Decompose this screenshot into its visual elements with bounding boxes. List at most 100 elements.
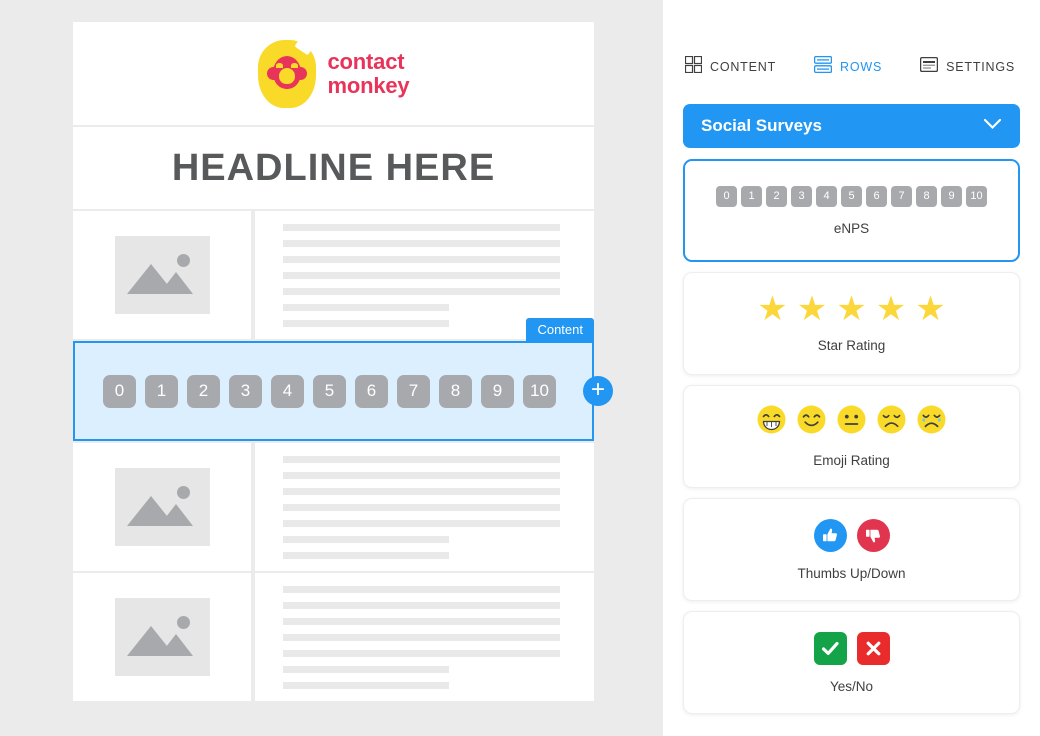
scale-tile[interactable]: 9 xyxy=(481,374,514,408)
monkey-face-icon xyxy=(266,55,307,92)
mini-scale-tile: 0 xyxy=(716,185,737,207)
survey-card-label: Thumbs Up/Down xyxy=(797,565,906,581)
text-placeholder-line xyxy=(283,487,560,495)
text-placeholder-line xyxy=(283,519,560,527)
scale-tile[interactable]: 6 xyxy=(355,374,388,408)
image-placeholder-icon xyxy=(114,598,210,676)
scale-tile[interactable]: 8 xyxy=(439,374,472,408)
chevron-down-icon[interactable] xyxy=(983,117,1002,135)
scale-tile[interactable]: 1 xyxy=(145,374,178,408)
headline-text: HEADLINE HERE xyxy=(171,146,496,189)
scale-tile[interactable]: 4 xyxy=(271,374,304,408)
grid-icon xyxy=(684,55,703,78)
scale-tile[interactable]: 2 xyxy=(187,374,220,408)
mini-scale-tile: 2 xyxy=(766,185,787,207)
image-placeholder-mountain-small xyxy=(158,634,193,656)
image-placeholder-sun xyxy=(176,486,190,499)
email-row-logo[interactable]: contact monkey xyxy=(73,22,594,125)
emoji-rating-preview xyxy=(757,405,946,439)
tab-rows[interactable]: ROWS xyxy=(813,55,883,78)
grinning-face-icon xyxy=(757,405,786,439)
enps-scale-editor[interactable]: 0 1 2 3 4 5 6 7 8 9 10 xyxy=(103,374,556,408)
text-placeholder-line xyxy=(283,287,560,295)
add-block-button[interactable]: + xyxy=(583,376,613,406)
mini-scale-tile: 1 xyxy=(741,185,762,207)
text-placeholder-line xyxy=(283,303,450,311)
text-placeholder-line xyxy=(283,649,560,657)
survey-card-label: eNPS xyxy=(833,220,870,236)
image-placeholder-sun xyxy=(176,616,190,629)
enps-scale-preview: 0 1 2 3 4 5 6 7 8 9 10 xyxy=(716,185,987,207)
thumbs-preview xyxy=(813,518,890,552)
survey-card-yesno[interactable]: Yes/No xyxy=(683,611,1020,714)
email-row-content-3[interactable] xyxy=(73,573,594,701)
text-placeholder-line xyxy=(283,503,560,511)
survey-card-label: Yes/No xyxy=(829,678,874,694)
tab-content[interactable]: CONTENT xyxy=(684,55,777,78)
image-cell[interactable] xyxy=(73,573,251,701)
image-cell[interactable] xyxy=(73,443,251,571)
text-placeholder-line xyxy=(283,551,450,559)
text-placeholder-line xyxy=(283,255,560,263)
mini-scale-tile: 3 xyxy=(791,185,812,207)
text-placeholder-line xyxy=(283,471,560,479)
tab-content-label: CONTENT xyxy=(710,60,777,74)
thumbs-down-icon xyxy=(856,518,890,552)
brand-logo: contact monkey xyxy=(257,39,410,108)
text-placeholder-line xyxy=(283,617,560,625)
monkey-brow-left xyxy=(275,62,283,68)
mini-scale-tile: 8 xyxy=(916,185,937,207)
tab-settings-label: SETTINGS xyxy=(946,60,1016,74)
image-cell[interactable] xyxy=(73,211,251,339)
contactmonkey-monkey-logo-icon xyxy=(257,39,316,108)
section-header-social-surveys[interactable]: Social Surveys xyxy=(683,104,1020,148)
text-cell[interactable] xyxy=(255,573,594,701)
image-placeholder-icon xyxy=(114,236,210,314)
survey-card-thumbs[interactable]: Thumbs Up/Down xyxy=(683,498,1020,601)
scale-tile[interactable]: 0 xyxy=(103,374,136,408)
survey-card-list: 0 1 2 3 4 5 6 7 8 9 10 eNPS ★ ★ ★ ★ ★ St… xyxy=(683,159,1020,714)
star-icon: ★ xyxy=(796,289,828,328)
tab-rows-label: ROWS xyxy=(840,60,883,74)
content-badge: Content xyxy=(526,318,594,342)
tab-settings[interactable]: SETTINGS xyxy=(920,56,1015,78)
star-icon: ★ xyxy=(836,289,867,328)
checkmark-icon xyxy=(813,631,847,665)
smiling-face-icon xyxy=(797,405,826,439)
email-row-content-2[interactable] xyxy=(73,443,594,571)
text-placeholder-line xyxy=(283,223,560,231)
image-placeholder-sun xyxy=(176,254,190,267)
text-cell[interactable] xyxy=(255,443,594,571)
brand-wordmark-line1: contact xyxy=(327,48,405,74)
text-placeholder-line xyxy=(283,239,560,247)
star-rating-preview: ★ ★ ★ ★ ★ xyxy=(757,289,946,328)
scale-tile[interactable]: 7 xyxy=(397,374,430,408)
image-placeholder-icon xyxy=(114,468,210,546)
inspector-tabs: CONTENT ROWS SETTINGS xyxy=(663,0,1040,78)
mini-scale-tile: 9 xyxy=(941,185,962,207)
settings-icon xyxy=(920,56,939,78)
yesno-preview xyxy=(813,631,890,665)
email-preview: contact monkey HEADLINE HERE Content 0 1… xyxy=(73,22,613,701)
email-row-headline[interactable]: HEADLINE HERE xyxy=(73,127,594,209)
survey-card-emoji-rating[interactable]: Emoji Rating xyxy=(683,385,1020,488)
scale-tile[interactable]: 10 xyxy=(523,374,556,408)
survey-card-star-rating[interactable]: ★ ★ ★ ★ ★ Star Rating xyxy=(683,272,1020,375)
crying-face-icon xyxy=(917,405,946,439)
thumbs-up-icon xyxy=(813,518,847,552)
email-row-survey-selected[interactable]: Content 0 1 2 3 4 5 6 7 8 9 10 + xyxy=(73,318,613,441)
neutral-face-icon xyxy=(837,405,866,439)
text-placeholder-line xyxy=(283,535,450,543)
mini-scale-tile: 10 xyxy=(966,185,987,207)
mini-scale-tile: 4 xyxy=(816,185,837,207)
survey-card-enps[interactable]: 0 1 2 3 4 5 6 7 8 9 10 eNPS xyxy=(683,159,1020,262)
scale-tile[interactable]: 5 xyxy=(313,374,346,408)
email-row-content-1[interactable] xyxy=(73,211,594,339)
text-placeholder-line xyxy=(283,665,450,673)
mini-scale-tile: 6 xyxy=(866,185,887,207)
email-editor-canvas: contact monkey HEADLINE HERE Content 0 1… xyxy=(0,0,663,736)
scale-tile[interactable]: 3 xyxy=(229,374,262,408)
brand-wordmark-line2: monkey xyxy=(327,72,410,98)
brand-wordmark: contact monkey xyxy=(327,48,410,98)
star-icon: ★ xyxy=(915,289,946,328)
